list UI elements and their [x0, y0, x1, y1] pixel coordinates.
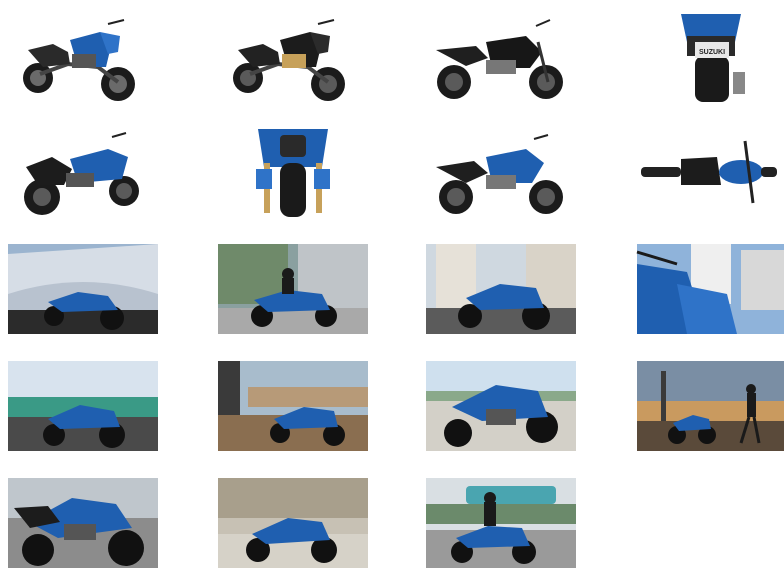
motorcycle-photo-icon	[8, 478, 158, 568]
motorcycle-photo-icon	[218, 244, 368, 334]
motorcycle-photo-icon	[8, 127, 158, 217]
motorcycle-photo-icon	[426, 478, 576, 568]
motorcycle-photo-icon	[426, 244, 576, 334]
gallery-thumbnail-11[interactable]	[426, 244, 576, 334]
gallery-thumbnail-8[interactable]	[636, 127, 784, 217]
motorcycle-photo-icon	[218, 127, 368, 217]
license-plate-text: SUZUKI	[699, 49, 725, 56]
gallery-thumbnail-15[interactable]	[426, 361, 576, 451]
motorcycle-photo-icon	[218, 361, 368, 451]
motorcycle-photo-icon	[637, 361, 784, 451]
gallery-thumbnail-18[interactable]	[218, 478, 368, 568]
gallery-thumbnail-14[interactable]	[218, 361, 368, 451]
gallery-thumbnail-19[interactable]	[426, 478, 576, 568]
motorcycle-photo-icon	[426, 12, 576, 102]
gallery-thumbnail-3[interactable]	[426, 12, 576, 102]
motorcycle-photo-icon	[637, 127, 784, 217]
gallery-thumbnail-17[interactable]	[8, 478, 158, 568]
gallery-thumbnail-12[interactable]	[636, 244, 784, 334]
motorcycle-photo-icon	[8, 12, 158, 102]
photo-gallery: SUZUKI	[0, 0, 784, 568]
motorcycle-photo-icon: SUZUKI	[637, 12, 784, 102]
gallery-thumbnail-2[interactable]	[218, 12, 368, 102]
gallery-thumbnail-7[interactable]	[426, 127, 576, 217]
gallery-thumbnail-1[interactable]	[8, 12, 158, 102]
motorcycle-photo-icon	[8, 361, 158, 451]
motorcycle-photo-icon	[636, 244, 784, 334]
gallery-thumbnail-5[interactable]	[8, 127, 158, 217]
motorcycle-photo-icon	[8, 244, 158, 334]
gallery-thumbnail-10[interactable]	[218, 244, 368, 334]
gallery-thumbnail-13[interactable]	[8, 361, 158, 451]
gallery-thumbnail-9[interactable]	[8, 244, 158, 334]
gallery-thumbnail-6[interactable]	[218, 127, 368, 217]
gallery-thumbnail-4[interactable]: SUZUKI	[636, 12, 784, 102]
gallery-thumbnail-16[interactable]	[636, 361, 784, 451]
motorcycle-photo-icon	[218, 12, 368, 102]
motorcycle-photo-icon	[218, 478, 368, 568]
motorcycle-photo-icon	[426, 361, 576, 451]
motorcycle-photo-icon	[426, 127, 576, 217]
